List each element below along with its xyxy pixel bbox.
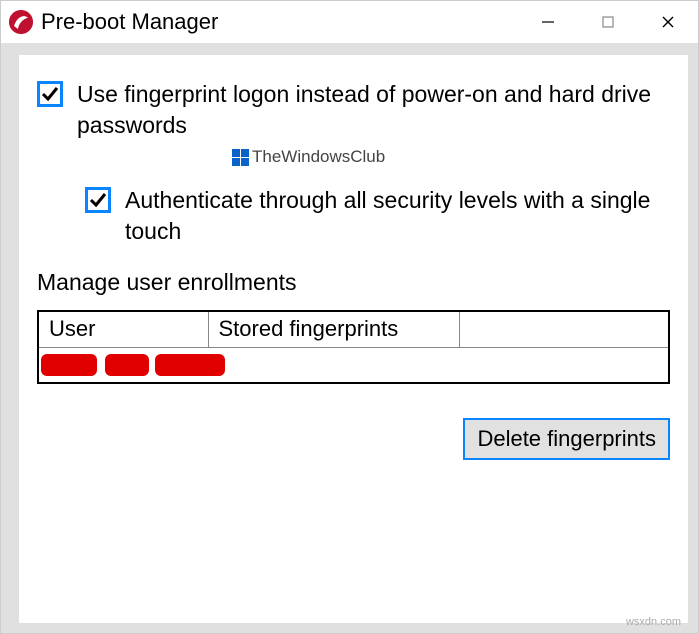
option-use-fingerprint: Use fingerprint logon instead of power-o…	[37, 79, 670, 141]
redaction-mark	[155, 354, 225, 376]
watermark: TheWindowsClub	[232, 147, 670, 167]
source-brand: wsxdn.com	[626, 616, 681, 628]
actions-bar: Delete fingerprints	[37, 418, 670, 460]
window-controls	[518, 1, 698, 43]
app-icon	[9, 10, 33, 34]
table-row[interactable]	[38, 347, 669, 383]
col-spacer	[459, 311, 669, 347]
maximize-button[interactable]	[578, 1, 638, 43]
redaction-mark	[105, 354, 149, 376]
label-authenticate-all: Authenticate through all security levels…	[125, 185, 670, 247]
checkbox-authenticate-all[interactable]	[85, 187, 111, 213]
content-panel: Use fingerprint logon instead of power-o…	[19, 55, 688, 623]
col-user[interactable]: User	[38, 311, 208, 347]
col-stored[interactable]: Stored fingerprints	[208, 311, 459, 347]
cell-user-redacted	[38, 347, 669, 383]
enrollments-heading: Manage user enrollments	[37, 269, 670, 296]
window-frame: Pre-boot Manager Use fingerprint logon i…	[0, 0, 699, 634]
option-authenticate-all: Authenticate through all security levels…	[85, 185, 670, 247]
enrollments-table: User Stored fingerprints	[37, 310, 670, 384]
close-button[interactable]	[638, 1, 698, 43]
titlebar: Pre-boot Manager	[1, 1, 698, 43]
windows-icon	[232, 149, 249, 166]
checkbox-use-fingerprint[interactable]	[37, 81, 63, 107]
minimize-button[interactable]	[518, 1, 578, 43]
label-use-fingerprint: Use fingerprint logon instead of power-o…	[77, 79, 670, 141]
redaction-mark	[41, 354, 97, 376]
window-title: Pre-boot Manager	[41, 9, 518, 35]
content-area: Use fingerprint logon instead of power-o…	[1, 43, 698, 633]
watermark-text: TheWindowsClub	[252, 147, 385, 167]
table-header-row: User Stored fingerprints	[38, 311, 669, 347]
delete-fingerprints-button[interactable]: Delete fingerprints	[463, 418, 670, 460]
